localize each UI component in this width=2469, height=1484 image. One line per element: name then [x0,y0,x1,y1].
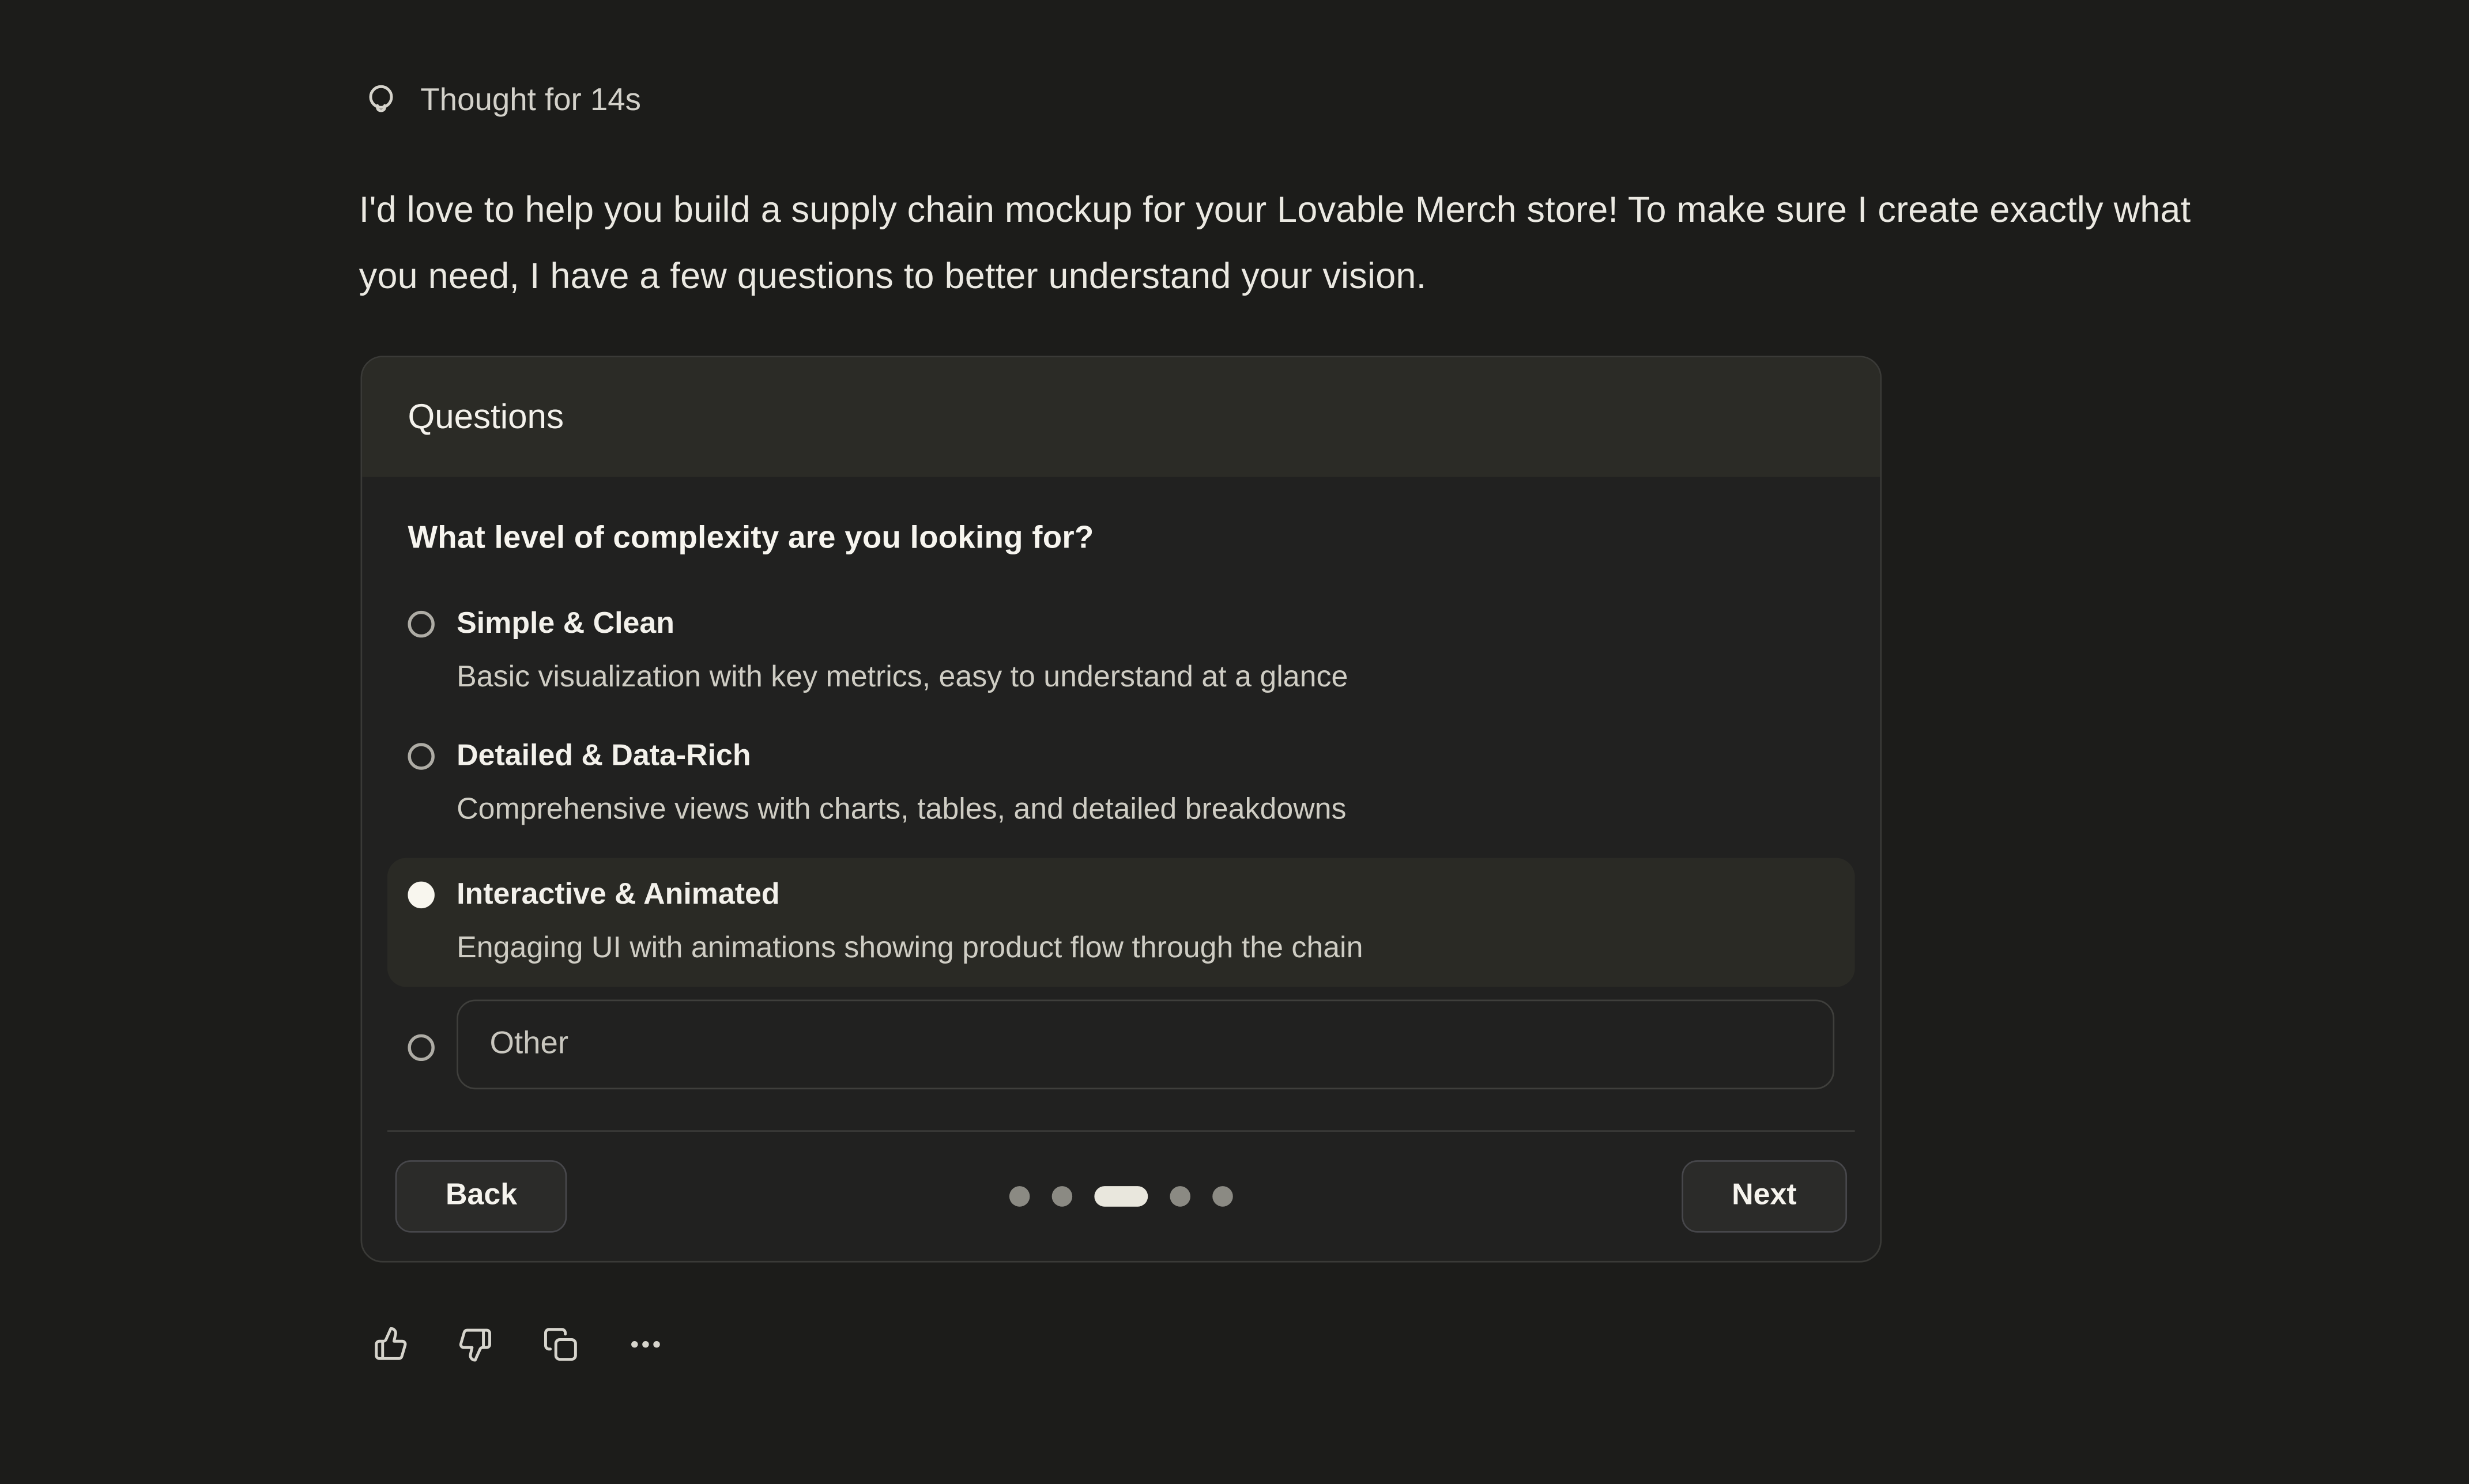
option-title: Detailed & Data-Rich [457,738,1346,776]
questions-card-footer: Back Next [362,1132,1880,1261]
card-title: Questions [408,397,564,437]
questions-card: Questions What level of complexity are y… [361,356,1882,1262]
radio-icon[interactable] [408,743,434,769]
copy-icon [542,1326,580,1364]
chat-message-view: Thought for 14s I'd love to help you bui… [0,0,2469,1484]
option-title: Simple & Clean [457,606,1348,644]
option-detailed-data-rich[interactable]: Detailed & Data-Rich Comprehensive views… [387,719,1855,848]
thought-label: Thought for 14s [420,82,641,119]
radio-icon[interactable] [408,882,434,908]
radio-icon[interactable] [408,611,434,637]
assistant-message: I'd love to help you build a supply chai… [359,176,2214,308]
back-button[interactable]: Back [395,1160,568,1233]
more-options-button[interactable] [627,1326,665,1364]
lightbulb-icon [362,82,400,120]
pagination-dot[interactable] [1052,1186,1073,1207]
thumbs-down-button[interactable] [457,1326,495,1364]
thought-summary-toggle[interactable]: Thought for 14s [362,82,641,120]
questions-card-body: What level of complexity are you looking… [362,477,1880,1132]
thumbs-up-button[interactable] [372,1326,410,1364]
pagination-dot[interactable] [1170,1186,1191,1207]
next-button[interactable]: Next [1682,1160,1847,1233]
ellipsis-icon [627,1326,665,1364]
copy-button[interactable] [542,1326,580,1364]
radio-icon[interactable] [408,1033,434,1060]
questions-card-header: Questions [362,357,1880,477]
thumbs-up-icon [372,1326,410,1364]
thumbs-down-icon [457,1326,495,1364]
pagination-dots [1009,1186,1233,1207]
pagination-dot[interactable] [1009,1186,1030,1207]
option-interactive-animated[interactable]: Interactive & Animated Engaging UI with … [387,858,1855,987]
option-simple-clean[interactable]: Simple & Clean Basic visualization with … [387,587,1855,716]
option-other[interactable] [387,1000,1855,1090]
option-title: Interactive & Animated [457,877,1363,915]
option-description: Comprehensive views with charts, tables,… [457,792,1346,830]
pagination-dot-active[interactable] [1094,1186,1148,1207]
other-input[interactable] [457,1000,1834,1090]
option-description: Engaging UI with animations showing prod… [457,930,1363,968]
question-text: What level of complexity are you looking… [408,518,1834,559]
pagination-dot[interactable] [1212,1186,1233,1207]
option-description: Basic visualization with key metrics, ea… [457,659,1348,697]
message-actions [372,1326,665,1364]
